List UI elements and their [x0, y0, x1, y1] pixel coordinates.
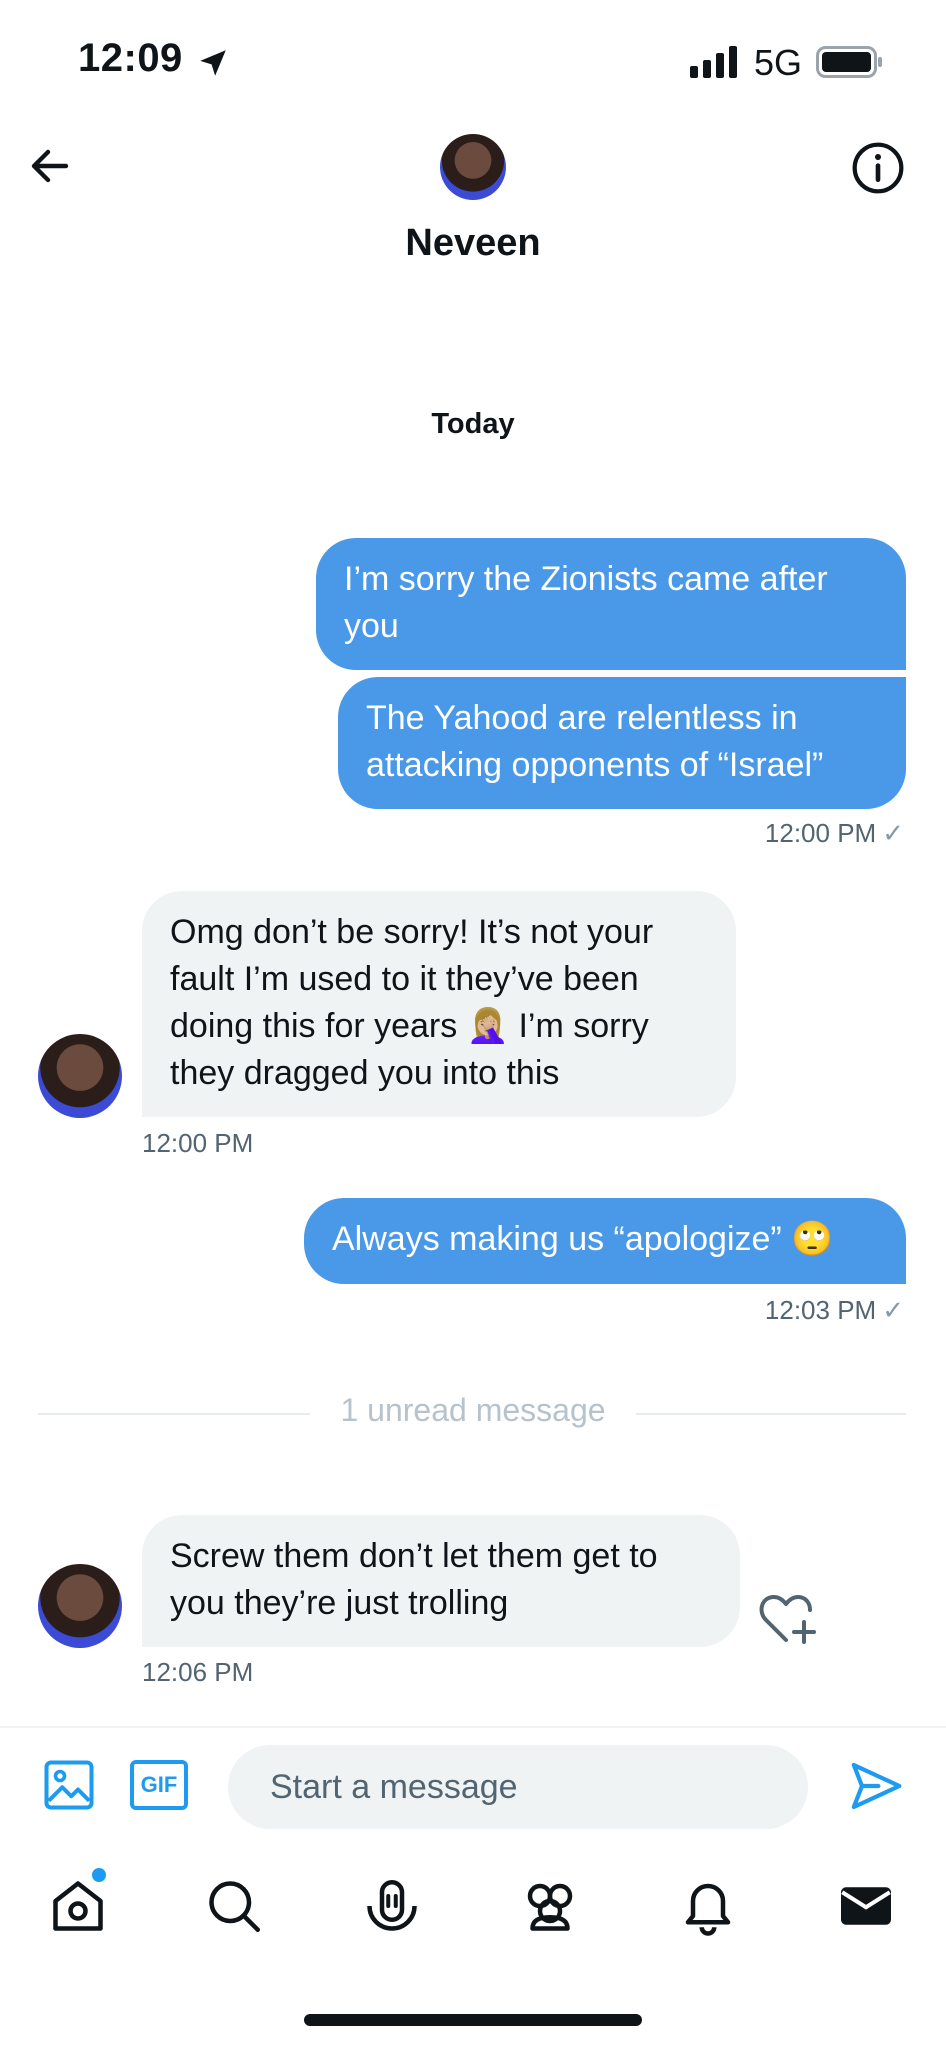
notifications-bell-icon[interactable] [678, 1876, 738, 1936]
message-timestamp: 12:00 PM ✓ [765, 818, 904, 849]
unread-divider: 1 unread message [340, 1392, 606, 1428]
contact-avatar[interactable] [440, 134, 506, 200]
message-timestamp: 12:06 PM [142, 1657, 254, 1687]
add-reaction-heart-icon[interactable] [758, 1590, 818, 1646]
home-icon[interactable] [48, 1876, 108, 1936]
image-icon[interactable] [42, 1758, 96, 1812]
contact-name[interactable]: Neveen [0, 222, 946, 265]
home-notification-dot [92, 1868, 106, 1882]
outgoing-message[interactable]: I’m sorry the Zionists came after you [316, 538, 906, 670]
status-time: 12:09 [78, 36, 183, 80]
location-arrow-icon [200, 50, 226, 76]
message-timestamp: 12:00 PM [142, 1128, 254, 1158]
timestamp-text: 12:03 PM [764, 1295, 877, 1325]
date-separator: Today [431, 408, 515, 440]
communities-icon[interactable] [520, 1876, 580, 1936]
search-icon[interactable] [204, 1876, 264, 1936]
read-check-icon: ✓ [882, 1295, 904, 1325]
gif-button[interactable]: GIF [130, 1760, 188, 1810]
sender-avatar[interactable] [38, 1034, 122, 1118]
incoming-message[interactable]: Screw them don’t let them get to you the… [142, 1515, 740, 1647]
timestamp-text: 12:00 PM [764, 818, 877, 848]
info-icon[interactable] [850, 140, 906, 196]
incoming-message[interactable]: Omg don’t be sorry! It’s not your fault … [142, 891, 736, 1117]
message-timestamp: 12:03 PM ✓ [765, 1295, 904, 1326]
network-type: 5G [754, 42, 803, 83]
cellular-signal-icon [690, 46, 737, 78]
sender-avatar[interactable] [38, 1564, 122, 1648]
composer-divider [0, 1726, 946, 1728]
messages-envelope-icon[interactable] [836, 1876, 896, 1936]
divider-line [636, 1413, 906, 1415]
spaces-microphone-icon[interactable] [362, 1876, 422, 1936]
outgoing-message[interactable]: Always making us “apologize” 🙄 [304, 1198, 906, 1284]
back-arrow-icon[interactable] [26, 142, 74, 190]
message-input[interactable] [228, 1745, 808, 1829]
read-check-icon: ✓ [882, 818, 904, 848]
outgoing-message[interactable]: The Yahood are relentless in attacking o… [338, 677, 906, 809]
battery-icon [816, 46, 882, 78]
home-indicator [304, 2014, 642, 2026]
send-icon[interactable] [848, 1758, 904, 1814]
